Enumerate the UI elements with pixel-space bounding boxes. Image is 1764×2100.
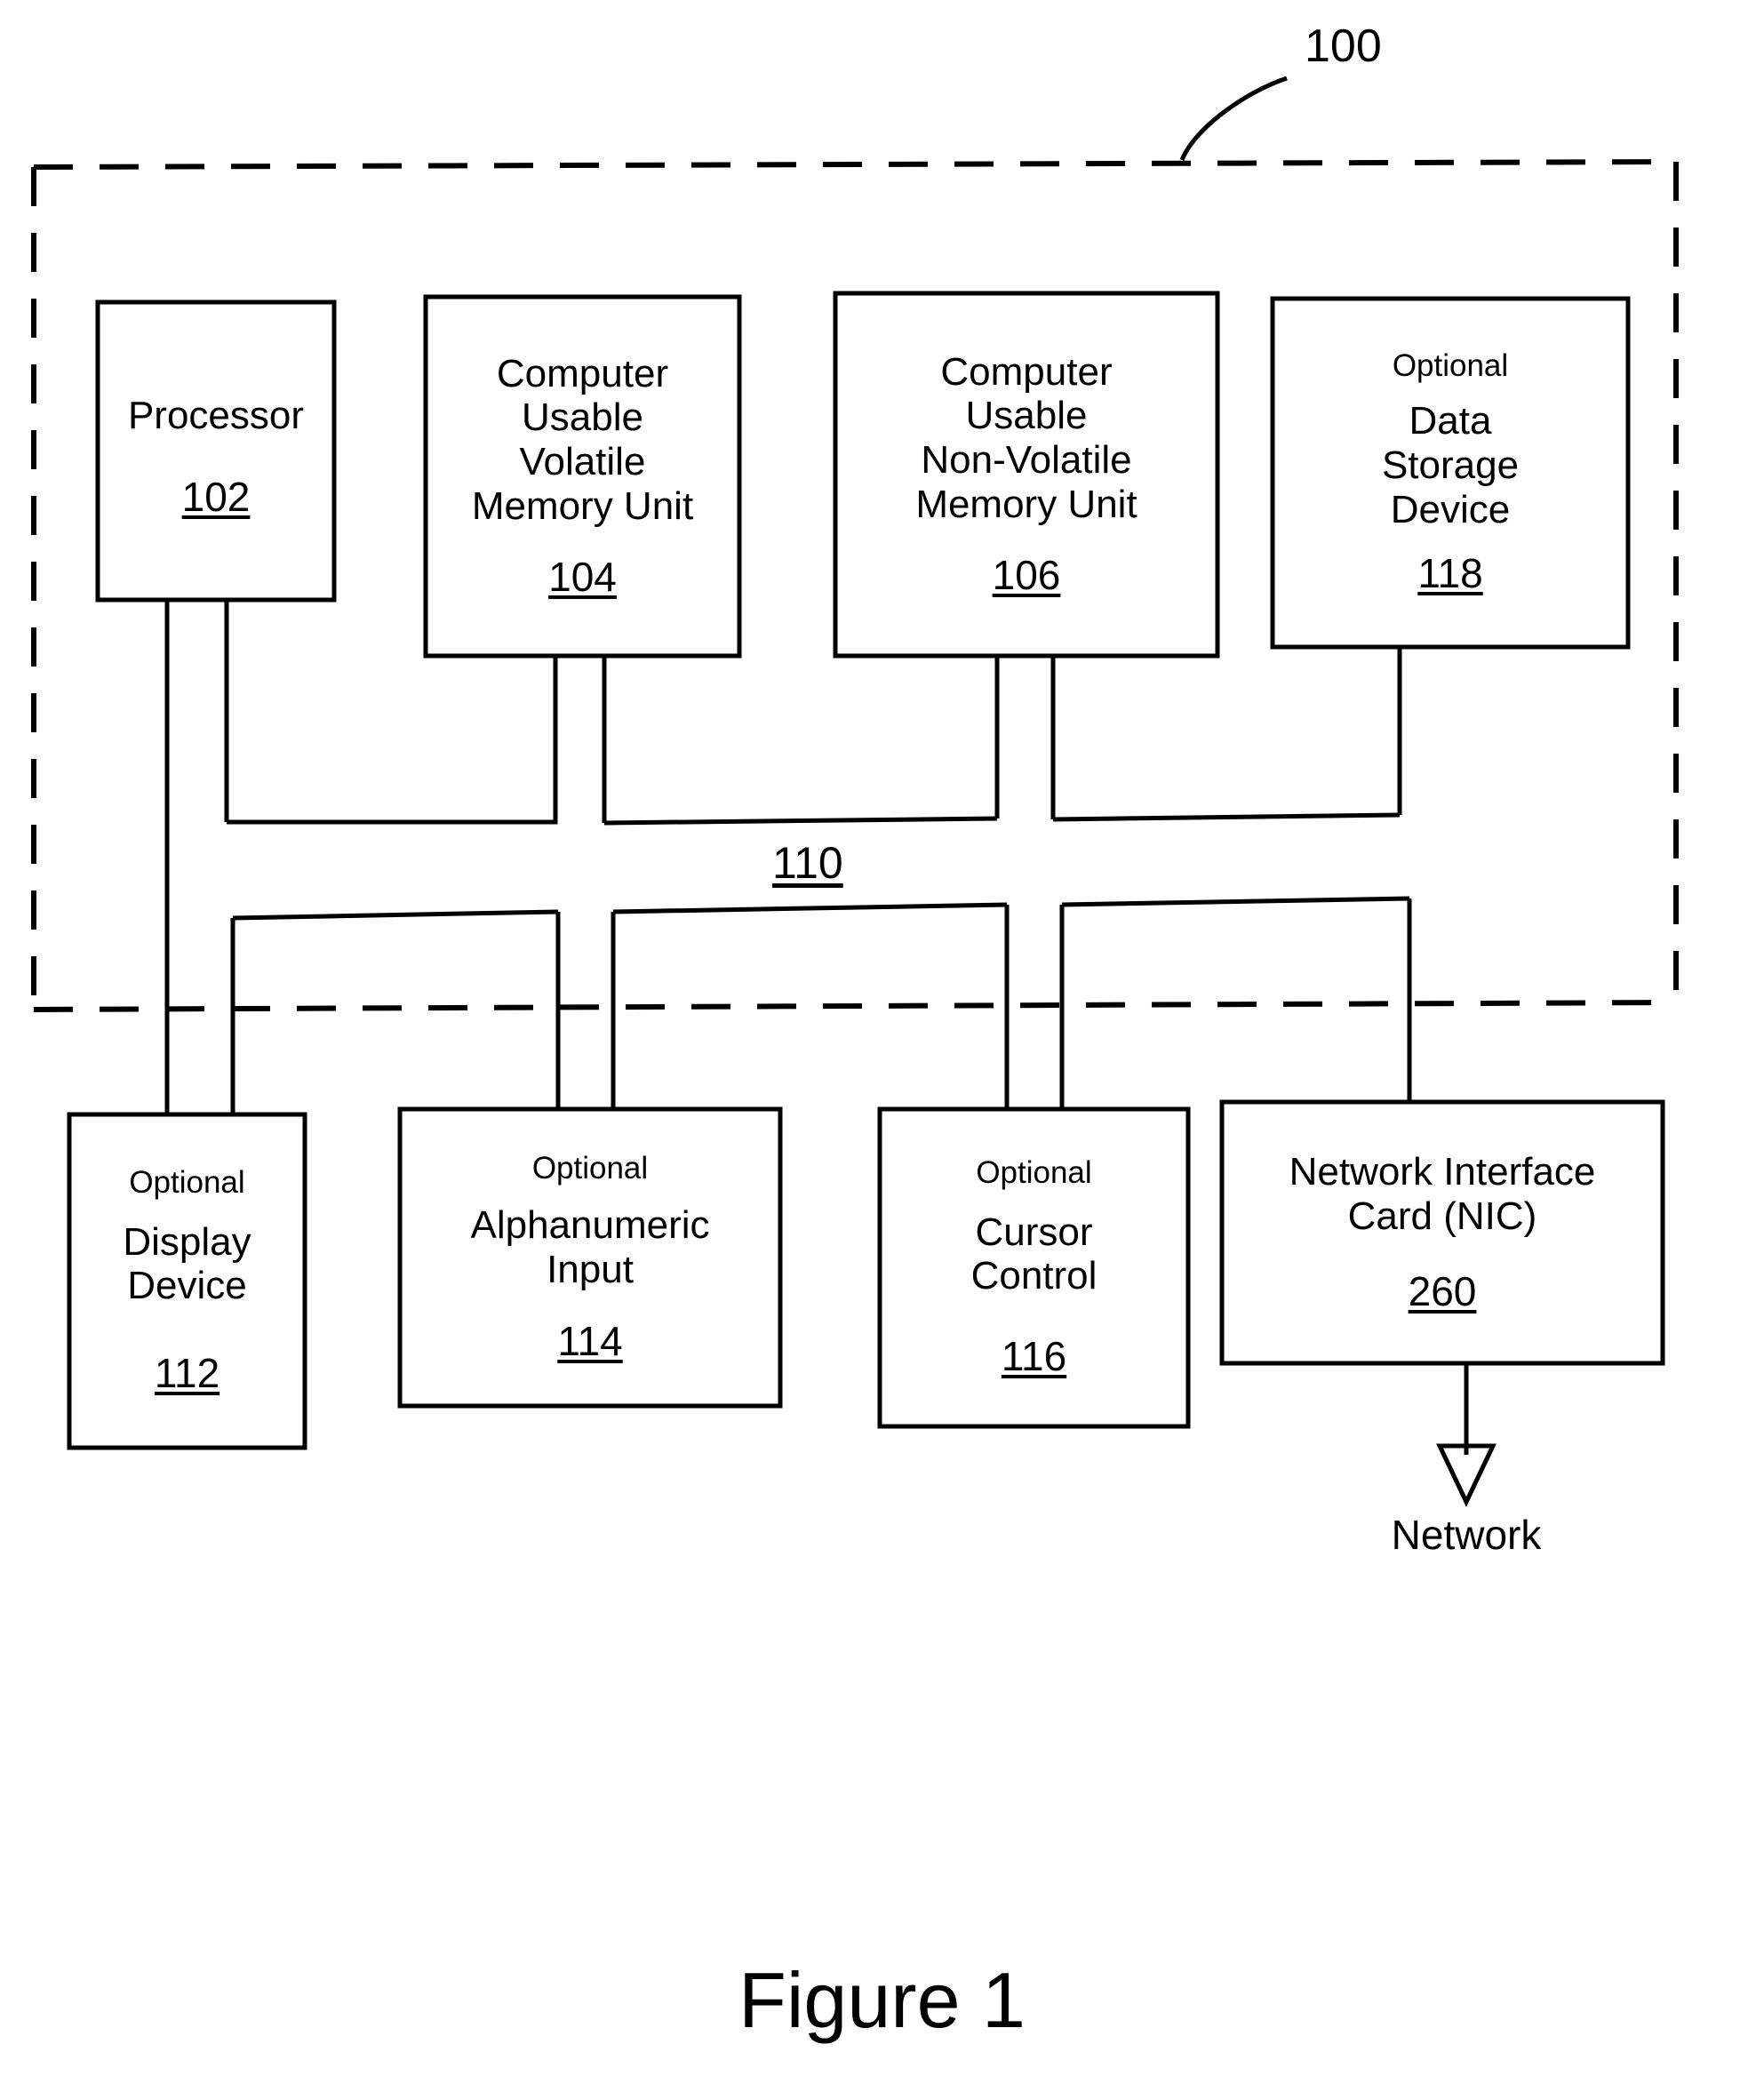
bus-lower-trunk-segment-3 <box>1061 896 1410 907</box>
figure-caption: Figure 1 <box>738 1956 1026 2044</box>
volatile-memory-box: Computer Usable Volatile Memory Unit 104 <box>426 297 739 656</box>
network-interface-card-box: Network Interface Card (NIC) 260 <box>1222 1102 1663 1363</box>
bus-upper-trunk-segment-3 <box>1052 812 1401 822</box>
system-boundary-bottom-edge <box>33 1000 1677 1012</box>
display-device-box: Optional Display Device 112 <box>69 1114 305 1448</box>
volatile-memory-to-bus-wire <box>227 656 558 825</box>
processor-ref-number: 102 <box>181 474 251 521</box>
non-volatile-memory-ref-number: 106 <box>992 552 1061 599</box>
patent-figure-page: 100 Processor 102 Computer Usable Volati… <box>0 0 1764 2100</box>
cursor-control-box: Optional Cursor Control 116 <box>880 1109 1188 1426</box>
bus-upper-trunk-segment-2 <box>603 816 998 826</box>
system-callout-100-label: 100 <box>1305 20 1382 72</box>
alphanumeric-input-box: Optional Alphanumeric Input 114 <box>400 1109 780 1406</box>
non-volatile-memory-box: Computer Usable Non-Volatile Memory Unit… <box>835 293 1217 656</box>
callout-100-leader-line <box>1179 76 1288 161</box>
alphanumeric-input-optional-tag: Optional <box>531 1150 649 1186</box>
cursor-control-title: Cursor Control <box>970 1210 1098 1298</box>
non-volatile-memory-title: Computer Usable Non-Volatile Memory Unit <box>915 349 1137 526</box>
volatile-memory-ref-number: 104 <box>548 554 617 601</box>
data-storage-optional-tag: Optional <box>1392 347 1509 383</box>
cursor-control-optional-tag: Optional <box>976 1155 1092 1191</box>
data-storage-box: Optional Data Storage Device 118 <box>1273 299 1628 647</box>
display-device-ref-number: 112 <box>154 1350 220 1396</box>
network-destination-label: Network <box>1391 1512 1542 1558</box>
network-interface-card-ref-number: 260 <box>1408 1267 1477 1314</box>
processor-title: Processor <box>127 393 305 437</box>
bus-lower-trunk-segment-1 <box>232 909 559 921</box>
display-device-title: Display Device <box>123 1219 251 1308</box>
bus-ref-number-110: 110 <box>772 838 843 888</box>
data-storage-ref-number: 118 <box>1417 550 1483 597</box>
cursor-control-ref-number: 116 <box>1001 1333 1067 1379</box>
data-storage-title: Data Storage Device <box>1381 399 1520 531</box>
system-boundary-top-edge <box>33 159 1677 170</box>
processor-box: Processor 102 <box>98 302 334 600</box>
bus-lower-trunk-segment-2 <box>612 902 1008 914</box>
alphanumeric-input-title: Alphanumeric Input <box>470 1203 710 1291</box>
alphanumeric-input-ref-number: 114 <box>557 1317 623 1364</box>
volatile-memory-title: Computer Usable Volatile Memory Unit <box>471 351 694 528</box>
display-device-optional-tag: Optional <box>129 1165 245 1201</box>
network-interface-card-title: Network Interface Card (NIC) <box>1289 1150 1596 1239</box>
